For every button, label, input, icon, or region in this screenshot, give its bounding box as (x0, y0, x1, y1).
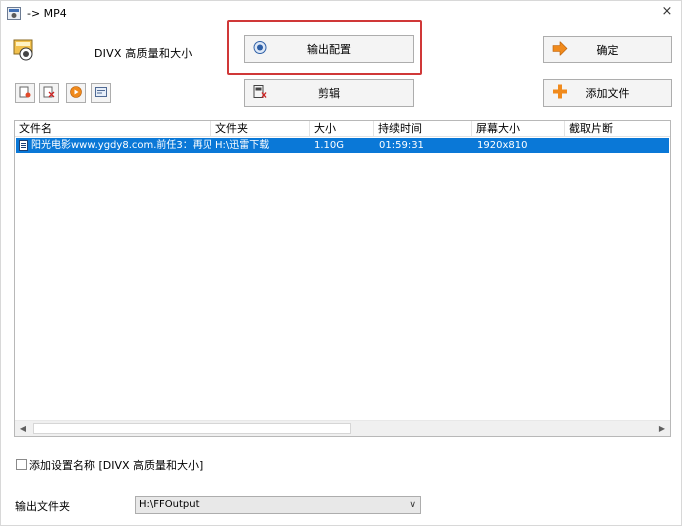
output-folder-value: H:\FFOutput (139, 499, 200, 510)
output-config-button[interactable]: 输出配置 (244, 35, 414, 63)
ok-arrow-icon (552, 40, 568, 58)
col-size[interactable]: 大小 (310, 121, 374, 137)
info-icon (95, 86, 107, 100)
cell-size: 1.10G (314, 140, 345, 151)
clip-label: 剪辑 (318, 87, 340, 100)
chevron-down-icon: ∨ (409, 500, 416, 510)
cell-duration: 01:59:31 (379, 140, 424, 151)
add-item-icon (19, 86, 31, 101)
remove-item-icon (43, 86, 55, 101)
file-icon (19, 140, 28, 151)
remove-item-tool[interactable] (39, 83, 59, 103)
output-config-label: 输出配置 (307, 43, 351, 56)
add-item-tool[interactable] (15, 83, 35, 103)
file-list[interactable]: 文件名 文件夹 大小 持续时间 屏幕大小 截取片断 阳光电影www.ygdy8.… (14, 120, 671, 437)
clip-icon (253, 85, 267, 102)
add-plus-icon (552, 84, 568, 103)
col-resolution[interactable]: 屏幕大小 (472, 121, 565, 137)
play-icon (70, 85, 82, 101)
col-clip[interactable]: 截取片断 (565, 121, 670, 137)
add-preset-name-checkbox[interactable] (16, 459, 27, 470)
scroll-thumb[interactable] (33, 423, 351, 434)
app-icon (7, 7, 21, 20)
cell-filename: 阳光电影www.ygdy8.com.前任3：再见... (31, 140, 211, 151)
output-config-icon (253, 41, 267, 58)
ok-button[interactable]: 确定 (543, 36, 672, 63)
preset-name-label: DIVX 高质量和大小 (94, 47, 193, 60)
main-window: -> MP4 × DIVX 高质量和大小 输出配置 确定 剪辑 添加文件 文件名… (0, 0, 682, 526)
col-filename[interactable]: 文件名 (15, 121, 211, 137)
cell-resolution: 1920x810 (477, 140, 528, 151)
close-icon[interactable]: × (659, 4, 675, 20)
clip-button[interactable]: 剪辑 (244, 79, 414, 107)
preset-video-icon (13, 38, 37, 62)
add-file-button[interactable]: 添加文件 (543, 79, 672, 107)
scroll-left-icon[interactable]: ◀ (15, 421, 31, 436)
scroll-right-icon[interactable]: ▶ (654, 421, 670, 436)
col-folder[interactable]: 文件夹 (211, 121, 310, 137)
horizontal-scrollbar[interactable]: ◀ ▶ (15, 420, 670, 436)
output-folder-select[interactable]: H:\FFOutput ∨ (135, 496, 421, 514)
play-tool[interactable] (66, 83, 86, 103)
ok-label: 确定 (596, 43, 619, 57)
cell-clip (570, 138, 665, 153)
add-preset-name-label: 添加设置名称 [DIVX 高质量和大小] (29, 459, 204, 472)
info-tool[interactable] (91, 83, 111, 103)
output-folder-label: 输出文件夹 (15, 500, 70, 513)
list-header: 文件名 文件夹 大小 持续时间 屏幕大小 截取片断 (15, 121, 670, 137)
cell-folder: H:\迅雷下载 (215, 140, 270, 151)
table-row[interactable]: 阳光电影www.ygdy8.com.前任3：再见... H:\迅雷下载 1.10… (16, 138, 669, 153)
add-file-label: 添加文件 (585, 87, 630, 100)
col-duration[interactable]: 持续时间 (374, 121, 472, 137)
window-title: -> MP4 (27, 7, 67, 20)
